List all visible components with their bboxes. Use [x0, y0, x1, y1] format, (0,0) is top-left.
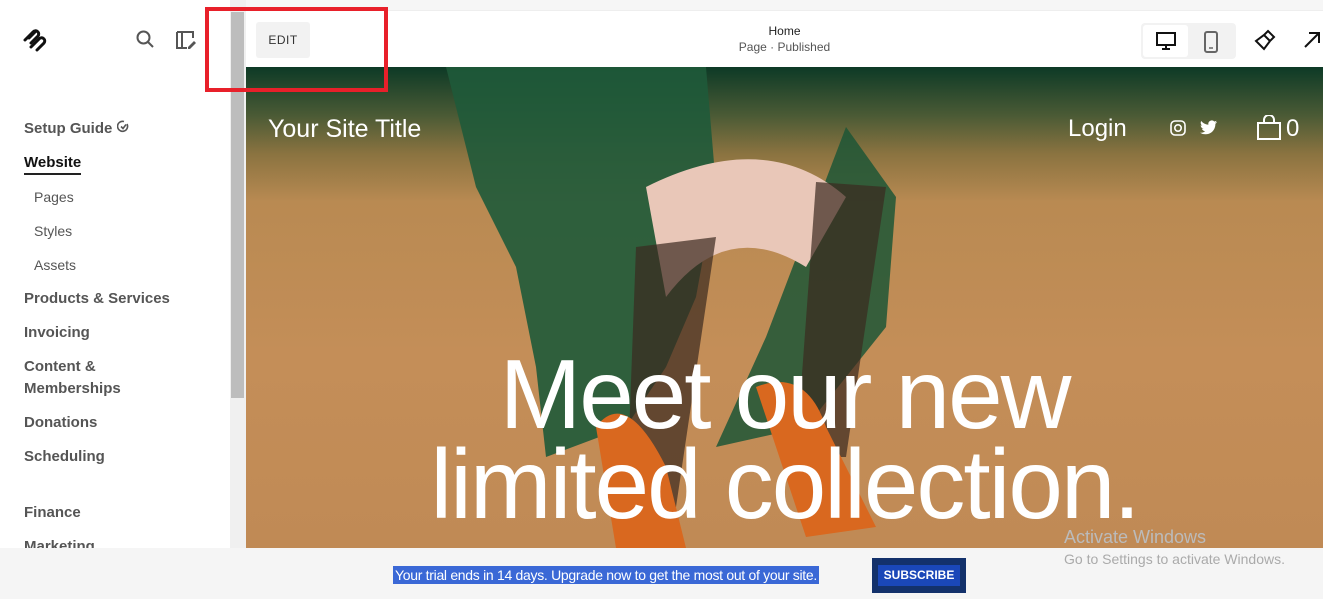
sidebar-item-label: Styles	[34, 223, 73, 239]
sidebar-item-donations[interactable]: Donations	[24, 414, 224, 448]
sidebar-item-label: Finance	[24, 504, 81, 521]
headline-line-2: limited collection.	[430, 429, 1140, 539]
desktop-view-button[interactable]	[1143, 25, 1188, 57]
sidebar-item-label: Scheduling	[24, 448, 105, 465]
twitter-icon[interactable]	[1200, 120, 1218, 135]
highlight-annotation-box	[205, 7, 388, 92]
sidebar-item-website[interactable]: Website	[24, 154, 224, 188]
editor-toolbar: EDIT Home Page · Published	[246, 10, 1323, 67]
sidebar-item-products-services[interactable]: Products & Services	[24, 290, 224, 324]
cart-count: 0	[1286, 115, 1300, 142]
hero-section: Your Site Title Login 0 Meet our new lim…	[246, 67, 1323, 548]
sidebar-item-content[interactable]: Content &	[24, 358, 224, 380]
sidebar-item-label: Assets	[34, 257, 77, 273]
sidebar-item-label: Invoicing	[24, 324, 90, 341]
windows-watermark-text: Go to Settings to activate Windows.	[1064, 551, 1285, 567]
windows-watermark-title: Activate Windows	[1064, 527, 1207, 547]
sidebar-item-label: Products & Services	[24, 290, 170, 307]
device-toggle	[1141, 23, 1236, 59]
headline-line-1: Meet our new	[499, 339, 1072, 449]
trial-message: Your trial ends in 14 days. Upgrade now …	[393, 566, 819, 584]
subscribe-button-wrap[interactable]: SUBSCRIBE	[872, 558, 966, 593]
sidebar-item-finance[interactable]: Finance	[24, 504, 224, 538]
sidebar-item-label: Marketing	[24, 538, 95, 548]
sidebar-item-label: Memberships	[24, 380, 121, 397]
style-brush-icon[interactable]	[1254, 29, 1276, 51]
sidebar-item-scheduling[interactable]: Scheduling	[24, 448, 224, 482]
sidebar-item-label: Pages	[34, 189, 74, 205]
cart-icon[interactable]	[1256, 115, 1282, 141]
subscribe-button[interactable]: SUBSCRIBE	[878, 565, 960, 586]
hero-headline: Meet our new limited collection.	[246, 339, 1323, 539]
mobile-icon[interactable]	[1204, 31, 1218, 53]
sidebar-item-setup-guide[interactable]: Setup Guide	[24, 120, 224, 154]
site-title[interactable]: Your Site Title	[268, 115, 421, 144]
desktop-icon	[1156, 32, 1176, 50]
sidebar-nav: Setup Guide Website Pages Styles Assets Prod…	[24, 120, 224, 548]
sidebar: Setup Guide Website Pages Styles Assets Prod…	[0, 0, 230, 548]
sidebar-item-styles[interactable]: Styles	[24, 222, 224, 256]
sidebar-item-pages[interactable]: Pages	[24, 188, 224, 222]
sidebar-item-assets[interactable]: Assets	[24, 256, 224, 290]
instagram-icon[interactable]	[1170, 120, 1186, 136]
sidebar-item-label: Donations	[24, 414, 98, 431]
open-external-arrow-icon[interactable]	[1303, 31, 1321, 49]
setup-progress-icon	[116, 120, 128, 133]
login-link[interactable]: Login	[1068, 115, 1127, 143]
edit-layout-icon[interactable]	[175, 30, 197, 50]
search-icon[interactable]	[136, 30, 154, 48]
sidebar-item-label: Content &	[24, 358, 96, 375]
sidebar-item-label: Website	[24, 154, 82, 175]
sidebar-item-invoicing[interactable]: Invoicing	[24, 324, 224, 358]
nav-gap	[24, 482, 224, 504]
sidebar-item-memberships[interactable]: Memberships	[24, 380, 224, 414]
sidebar-item-marketing[interactable]: Marketing	[24, 538, 224, 548]
squarespace-logo-icon[interactable]	[22, 28, 48, 52]
sidebar-item-label: Setup Guide	[24, 120, 113, 137]
